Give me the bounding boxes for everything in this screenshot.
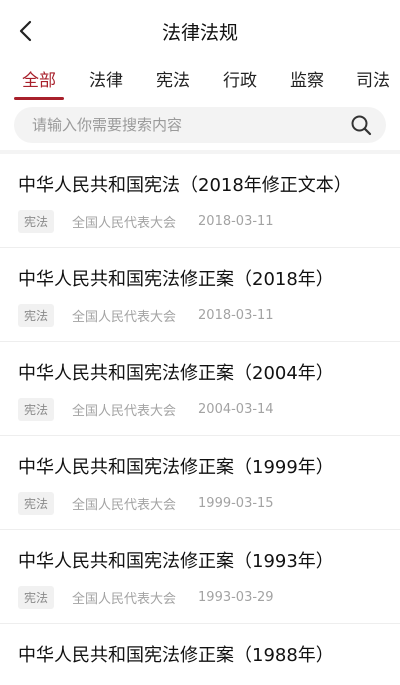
list-item[interactable]: 中华人民共和国宪法修正案（1988年） <box>0 624 400 685</box>
item-date: 2018-03-11 <box>198 307 274 323</box>
search-icon[interactable] <box>350 114 372 136</box>
item-source: 全国人民代表大会 <box>72 309 177 325</box>
item-meta: 宪法 全国人民代表大会 2004-03-14 <box>18 397 274 421</box>
search-input[interactable] <box>32 107 332 143</box>
category-tag: 宪法 <box>18 585 55 609</box>
item-title: 中华人民共和国宪法修正案（2018年） <box>18 269 334 290</box>
category-tag: 宪法 <box>18 209 55 233</box>
item-title: 中华人民共和国宪法修正案（1988年） <box>18 645 334 666</box>
list-item[interactable]: 中华人民共和国宪法修正案（2018年） 宪法 全国人民代表大会 2018-03-… <box>0 248 400 342</box>
item-title: 中华人民共和国宪法修正案（2004年） <box>18 363 334 384</box>
item-source: 全国人民代表大会 <box>72 591 177 607</box>
app-header: 法律法规 <box>0 0 400 62</box>
category-tabs: 全部 法律 宪法 行政 监察 司法 <box>0 62 400 100</box>
item-meta: 宪法 全国人民代表大会 2018-03-11 <box>18 303 274 327</box>
item-date: 1999-03-15 <box>198 495 274 511</box>
item-date: 1993-03-29 <box>198 589 274 605</box>
item-source: 全国人民代表大会 <box>72 403 177 419</box>
tab-administrative[interactable]: 行政 <box>223 66 257 91</box>
item-meta: 宪法 全国人民代表大会 1999-03-15 <box>18 491 274 515</box>
item-date: 2004-03-14 <box>198 401 274 417</box>
item-title: 中华人民共和国宪法修正案（1993年） <box>18 551 334 572</box>
tab-constitution[interactable]: 宪法 <box>156 66 190 91</box>
tab-supervision[interactable]: 监察 <box>290 66 324 91</box>
item-source: 全国人民代表大会 <box>72 497 177 513</box>
item-meta: 宪法 全国人民代表大会 1993-03-29 <box>18 585 274 609</box>
list-item[interactable]: 中华人民共和国宪法（2018年修正文本） 宪法 全国人民代表大会 2018-03… <box>0 154 400 248</box>
tab-law[interactable]: 法律 <box>89 66 123 91</box>
law-list: 中华人民共和国宪法（2018年修正文本） 宪法 全国人民代表大会 2018-03… <box>0 154 400 685</box>
page-title: 法律法规 <box>161 22 238 44</box>
list-item[interactable]: 中华人民共和国宪法修正案（2004年） 宪法 全国人民代表大会 2004-03-… <box>0 342 400 436</box>
item-meta: 宪法 全国人民代表大会 2018-03-11 <box>18 209 274 233</box>
tab-judicial[interactable]: 司法 <box>356 66 390 91</box>
item-title: 中华人民共和国宪法修正案（1999年） <box>18 457 334 478</box>
category-tag: 宪法 <box>18 397 55 421</box>
active-tab-indicator <box>14 97 64 100</box>
tab-all[interactable]: 全部 <box>22 66 56 91</box>
item-source: 全国人民代表大会 <box>72 215 177 231</box>
category-tag: 宪法 <box>18 303 55 327</box>
category-tag: 宪法 <box>18 491 55 515</box>
item-title: 中华人民共和国宪法（2018年修正文本） <box>18 175 352 196</box>
search-bar <box>14 107 386 143</box>
item-date: 2018-03-11 <box>198 213 274 229</box>
list-item[interactable]: 中华人民共和国宪法修正案（1993年） 宪法 全国人民代表大会 1993-03-… <box>0 530 400 624</box>
list-item[interactable]: 中华人民共和国宪法修正案（1999年） 宪法 全国人民代表大会 1999-03-… <box>0 436 400 530</box>
